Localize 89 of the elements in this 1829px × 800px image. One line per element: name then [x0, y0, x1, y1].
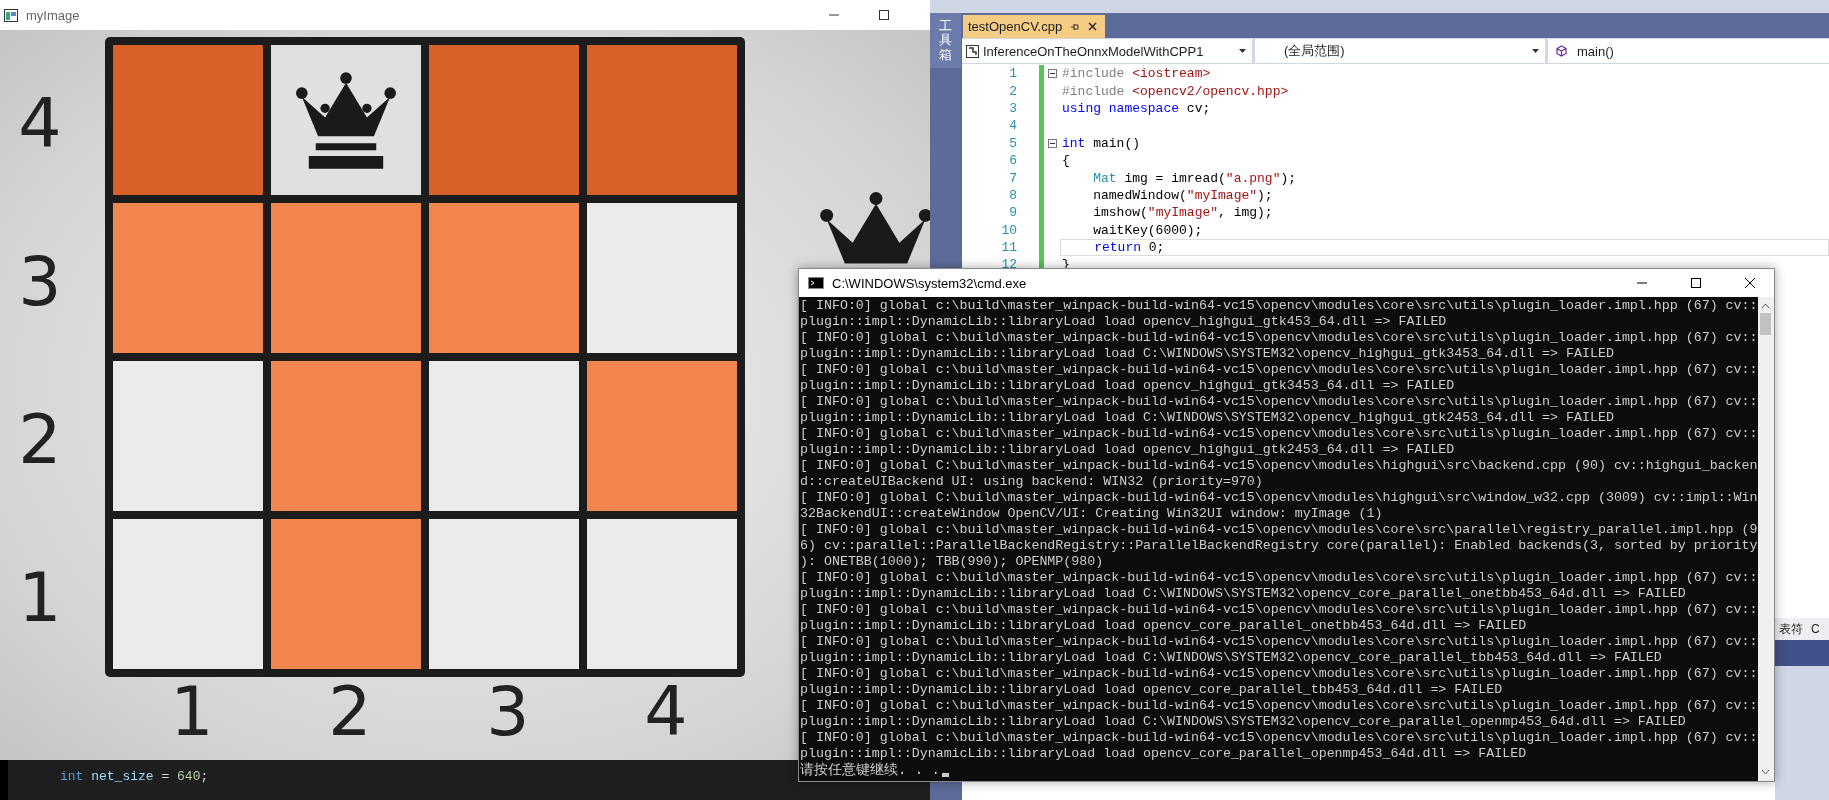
line-number: 2 — [1008, 83, 1017, 99]
code-line: int main() — [1061, 134, 1141, 152]
console-line: [ INFO:0] global c:\build\master_winpack-build-win64-vc15\opencv\modules\core\src\utils\plugin_loader.impl.hpp (67) cv:: — [800, 730, 1758, 746]
console-line: [ INFO:0] global c:\build\master_winpack-build-win64-vc15\opencv\modules\core\src\utils\plugin_loader.impl.hpp (67) cv:: — [800, 634, 1758, 650]
window-title: myImage — [26, 7, 80, 23]
console-line: plugin::impl::DynamicLib::libraryLoad load opencv_core_parallel_onetbb453_64d.dll => FAILED — [800, 618, 1528, 634]
line-number: 6 — [1008, 153, 1017, 169]
column-label: 2 — [327, 677, 373, 747]
text-cursor — [942, 773, 949, 777]
line-number: 4 — [1008, 118, 1017, 134]
scrollbar[interactable] — [1757, 297, 1774, 781]
console-line: d::createUIBackend UI: using backend: WIN32 (priority=970) — [800, 474, 1264, 490]
collapse-icon[interactable] — [1048, 69, 1057, 79]
code-line: namedWindow("myImage"); — [1092, 186, 1274, 205]
project-dropdown[interactable]: InferenceOnTheOnnxModelWithCPP1 — [962, 39, 1252, 63]
line-number: 12 — [1000, 257, 1017, 273]
line-number: 9 — [1008, 205, 1017, 221]
close-icon[interactable] — [1744, 277, 1756, 289]
console-line: plugin::impl::DynamicLib::libraryLoad load C:\WINDOWS\SYSTEM32\opencv_core_parallel_onetbb453_64d.dll => FAILED — [800, 586, 1687, 602]
console-line: plugin::impl::DynamicLib::libraryLoad load opencv_highgui_gtk2453_64.dll => FAILED — [800, 442, 1456, 458]
dropdown-caret-icon — [1532, 49, 1539, 53]
queen-icon — [296, 71, 396, 169]
scroll-down-icon[interactable] — [1761, 769, 1771, 775]
scroll-up-icon[interactable] — [1761, 303, 1771, 309]
console-line: plugin::impl::DynamicLib::libraryLoad load C:\WINDOWS\SYSTEM32\opencv_highgui_gtk2453_64.dll => FAILED — [800, 410, 1615, 426]
row-label: 2 — [17, 399, 63, 481]
console-line: plugin::impl::DynamicLib::libraryLoad load C:\WINDOWS\SYSTEM32\opencv_highgui_gtk3453_64.dll => FAILED — [800, 346, 1615, 362]
file-tab[interactable]: testOpenCV.cpp — [963, 15, 1106, 38]
console-line: plugin::impl::DynamicLib::libraryLoad load C:\WINDOWS\SYSTEM32\opencv_core_parallel_openmp453_64d.dll => FAILED — [800, 714, 1687, 730]
column-label: 3 — [485, 677, 531, 747]
maximize-icon[interactable] — [878, 9, 890, 21]
row-label: 4 — [17, 83, 63, 165]
line-number: 5 — [1008, 135, 1017, 151]
column-label: 4 — [643, 677, 689, 747]
console-line: [ INFO:0] global c:\build\master_winpack-build-win64-vc15\opencv\modules\core\src\utils\plugin_loader.impl.hpp (67) cv:: — [800, 570, 1758, 586]
console-line: plugin::impl::DynamicLib::libraryLoad load C:\WINDOWS\SYSTEM32\opencv_core_parallel_tbb453_64d.dll => FAILED — [800, 650, 1663, 666]
line-number: 7 — [1008, 170, 1017, 186]
column-label: 1 — [169, 677, 215, 747]
code-line: #include <iostream> — [1061, 65, 1212, 83]
code-line: imshow("myImage", img); — [1092, 204, 1274, 222]
console-line: plugin::impl::DynamicLib::libraryLoad load opencv_core_parallel_tbb453_64d.dll => FAILED — [800, 682, 1504, 698]
console-line: 请按任意键继续. . . — [800, 762, 940, 778]
console-line: 32BackendUI::createWindow OpenCV/UI: Creating Win32UI window: myImage (1) — [800, 506, 1384, 522]
row-label: 1 — [17, 557, 63, 639]
panel-tab[interactable]: 表符 — [1779, 620, 1803, 638]
console-line: [ INFO:0] global c:\build\master_winpack-build-win64-vc15\opencv\modules\core\src\utils\plugin_loader.impl.hpp (67) cv:: — [800, 426, 1758, 442]
maximize-icon[interactable] — [1690, 277, 1702, 289]
code-line: waitKey(6000); — [1092, 221, 1204, 239]
row-label: 3 — [17, 241, 63, 323]
scope-dropdown[interactable]: (全局范围) — [1255, 39, 1545, 63]
dropdown-caret-icon — [1239, 49, 1246, 53]
line-number: 3 — [1008, 100, 1017, 116]
pin-icon[interactable] — [1070, 21, 1081, 32]
console-line: [ INFO:0] global c:\build\master_winpack-build-win64-vc15\opencv\modules\core\src\utils\plugin_loader.impl.hpp (67) cv:: — [800, 362, 1758, 378]
scroll-thumb[interactable] — [1760, 313, 1772, 335]
console-line: plugin::impl::DynamicLib::libraryLoad load opencv_highgui_gtk3453_64.dll => FAILED — [800, 378, 1456, 394]
console-line: [ INFO:0] global C:\build\master_winpack-build-win64-vc15\opencv\modules\highgui\src\backend.cpp (90) cv::highgui_backen — [800, 458, 1758, 474]
panel-header — [1775, 640, 1829, 666]
console-line: [ INFO:0] global c:\build\master_winpack-build-win64-vc15\opencv\modules\core\src\utils\plugin_loader.impl.hpp (67) cv:: — [800, 394, 1758, 410]
console-line: [ INFO:0] global c:\build\master_winpack-build-win64-vc15\opencv\modules\core\src\utils\plugin_loader.impl.hpp (67) cv:: — [800, 698, 1758, 714]
toolbox-tab[interactable]: 工具箱 — [930, 13, 961, 68]
code-line: #include <opencv2/opencv.hpp> — [1061, 82, 1290, 100]
line-number: 11 — [1000, 240, 1017, 256]
code-line: { — [1061, 152, 1071, 170]
console-line: [ INFO:0] global c:\build\master_winpack-build-win64-vc15\opencv\modules\core\src\utils\plugin_loader.impl.hpp (67) cv:: — [800, 666, 1758, 682]
window-icon — [4, 8, 18, 22]
console-line: plugin::impl::DynamicLib::libraryLoad load opencv_core_parallel_openmp453_64d.dll => FAILED — [800, 746, 1528, 762]
panel-tab[interactable]: C — [1811, 622, 1820, 636]
console-line: [ INFO:0] global c:\build\master_winpack-build-win64-vc15\opencv\modules\core\src\parallel\registry_parallel.impl.hpp (9 — [800, 522, 1758, 538]
collapse-icon[interactable] — [1048, 138, 1057, 148]
line-number: 10 — [1000, 222, 1017, 238]
console-line: plugin::impl::DynamicLib::libraryLoad load opencv_highgui_gtk453_64.dll => FAILED — [800, 314, 1448, 330]
code-line: int net_size = 640; — [60, 769, 209, 784]
console-line: [ INFO:0] global c:\build\master_winpack-build-win64-vc15\opencv\modules\core\src\utils\plugin_loader.impl.hpp (67) cv:: — [800, 330, 1758, 346]
console-line: 6) cv::parallel::ParallelBackendRegistry::ParallelBackendRegistry core(parallel): Enabled backends(3, sorted by priority — [800, 538, 1758, 554]
line-number: 8 — [1008, 187, 1017, 203]
console-line: [ INFO:0] global C:\build\master_winpack-build-win64-vc15\opencv\modules\highgui\src\window_w32.cpp (3009) cv::impl::Win — [800, 490, 1758, 506]
console-line: [ INFO:0] global c:\build\master_winpack-build-win64-vc15\opencv\modules\core\src\utils\plugin_loader.impl.hpp (67) cv:: — [800, 602, 1758, 618]
code-line: using namespace cv; — [1061, 99, 1212, 118]
window-title: C:\WINDOWS\system32\cmd.exe — [832, 275, 1027, 291]
console-line: [ INFO:0] global c:\build\master_winpack-build-win64-vc15\opencv\modules\core\src\utils\plugin_loader.impl.hpp (67) cv:: — [800, 298, 1758, 314]
project-icon — [966, 44, 979, 58]
cube-icon — [1556, 45, 1567, 57]
member-dropdown[interactable]: main() — [1548, 39, 1829, 63]
console-icon — [808, 277, 824, 289]
code-line: Mat img = imread("a.png"); — [1092, 169, 1298, 187]
line-number: 1 — [1008, 66, 1017, 82]
console-line: ): ONETBB(1000); TBB(990); OPENMP(980) — [800, 554, 1105, 570]
close-icon[interactable] — [1088, 22, 1098, 31]
